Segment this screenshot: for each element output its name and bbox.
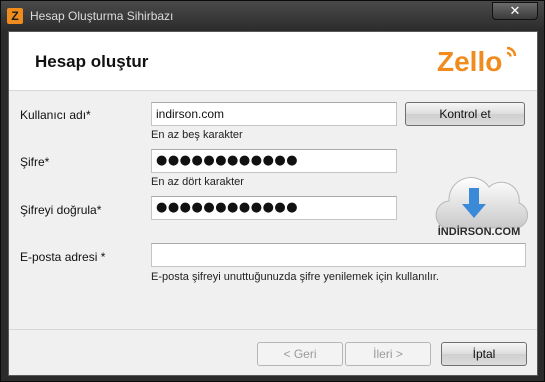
title-bar[interactable]: Z Hesap Oluşturma Sihirbazı ✕ <box>1 1 544 31</box>
password-input[interactable]: ●●●●●●●●●●●● <box>151 149 397 173</box>
wizard-window: Z Hesap Oluşturma Sihirbazı ✕ Hesap oluş… <box>0 0 545 382</box>
username-input[interactable]: indirson.com <box>151 102 397 126</box>
confirm-password-label: Şifreyi doğrula* <box>20 203 102 217</box>
zello-app-icon: Z <box>7 8 23 24</box>
next-button[interactable]: İleri > <box>345 342 431 366</box>
password-hint: En az dört karakter <box>151 176 244 188</box>
page-title: Hesap oluştur <box>35 52 149 71</box>
username-label: Kullanıcı adı* <box>20 108 91 122</box>
email-label: E-posta adresi * <box>20 250 106 264</box>
password-label: Şifre* <box>20 155 50 169</box>
zello-logo: Zello <box>437 46 517 77</box>
email-input[interactable] <box>151 243 526 267</box>
username-hint: En az beş karakter <box>151 129 243 141</box>
check-username-button[interactable]: Kontrol et <box>405 102 525 126</box>
svg-text:Zello: Zello <box>437 46 502 77</box>
svg-text:İNDİRSON.COM: İNDİRSON.COM <box>438 225 521 238</box>
back-button[interactable]: < Geri <box>257 342 343 366</box>
window-title: Hesap Oluşturma Sihirbazı <box>30 9 174 23</box>
wizard-content: Hesap oluştur Zello Kullanıcı adı* indir… <box>8 31 538 376</box>
cancel-button[interactable]: İptal <box>441 342 527 366</box>
footer-separator <box>9 329 537 330</box>
email-hint: E-posta şifreyi unuttuğunuzda şifre yeni… <box>151 271 439 283</box>
indirson-watermark-logo: İNDİRSON.COM <box>435 177 529 238</box>
confirm-password-input[interactable]: ●●●●●●●●●●●● <box>151 196 397 220</box>
wizard-header: Hesap oluştur Zello <box>9 32 537 91</box>
close-button[interactable]: ✕ <box>492 2 538 20</box>
